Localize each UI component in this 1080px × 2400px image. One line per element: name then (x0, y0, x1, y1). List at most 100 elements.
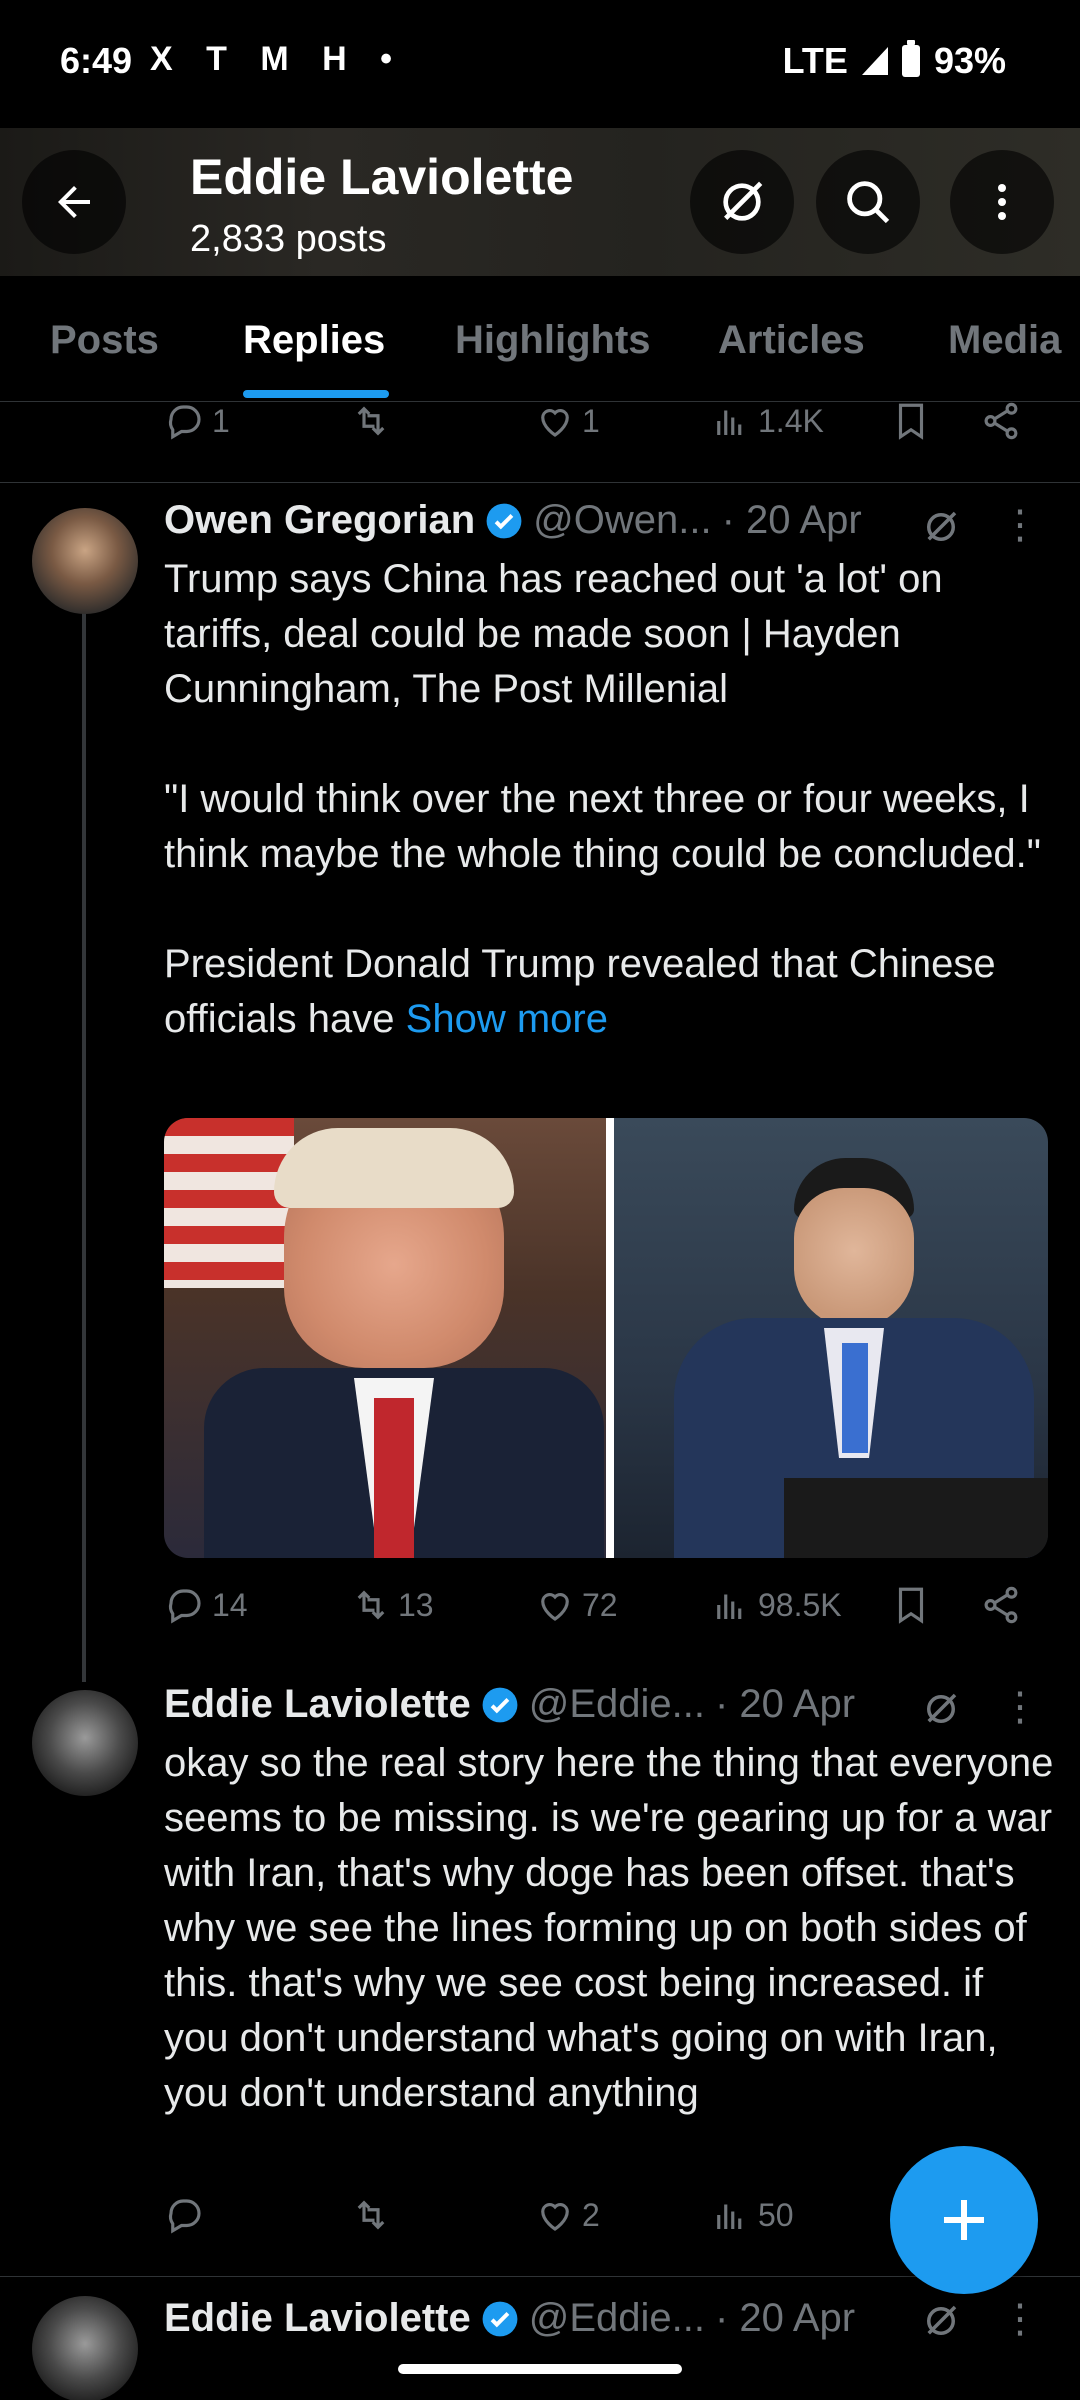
views-icon (717, 2204, 742, 2229)
media-image-left[interactable] (164, 1118, 606, 1558)
tab-media[interactable]: Media (948, 318, 1061, 363)
tweet-date: · 20 Apr (721, 498, 862, 542)
reply-button[interactable] (164, 2194, 206, 2236)
reply-icon (168, 1589, 201, 1624)
tab-highlights[interactable]: Highlights (455, 318, 651, 363)
network-label: LTE (782, 40, 848, 81)
grok-icon[interactable] (920, 506, 962, 548)
tweet-paragraph: "I would think over the next three or fo… (164, 777, 1041, 876)
tab-replies[interactable]: Replies (243, 318, 385, 363)
tab-posts[interactable]: Posts (50, 318, 159, 363)
header-title: Eddie Laviolette (190, 149, 574, 205)
tab-articles[interactable]: Articles (718, 318, 865, 363)
podium-shape (784, 1478, 1048, 1558)
views-icon (717, 1594, 742, 1619)
hair-shape (274, 1128, 514, 1208)
tweet-date: · 20 Apr (715, 2296, 856, 2340)
repost-button[interactable]: 13 (350, 1584, 434, 1626)
share-button[interactable] (980, 400, 1022, 442)
profile-header: Eddie Laviolette 2,833 posts (0, 128, 1080, 276)
header-post-count: 2,833 posts (190, 218, 387, 260)
tweet-text: okay so the real story here the thing th… (164, 1736, 1054, 2121)
tweet-header: Eddie Laviolette @Eddie... · 20 Apr (164, 1682, 855, 1727)
reply-button[interactable]: 14 (164, 1584, 248, 1626)
share-button[interactable] (980, 1584, 1022, 1626)
more-vertical-icon (998, 184, 1006, 220)
battery-icon (901, 40, 920, 77)
profile-tabs: Posts Replies Highlights Articles Media (0, 276, 1080, 402)
views-button[interactable]: 50 (710, 2194, 794, 2236)
verified-badge-icon (486, 503, 522, 538)
author-name[interactable]: Eddie Laviolette (164, 1682, 471, 1727)
tweet-more-icon[interactable]: ⋮ (1000, 2296, 1040, 2342)
tweet-text: Trump says China has reached out 'a lot'… (164, 552, 1054, 1047)
avatar[interactable] (32, 2296, 138, 2400)
search-button[interactable] (816, 150, 920, 254)
reply-button[interactable]: 1 (164, 400, 230, 442)
repost-icon (357, 2200, 385, 2230)
back-button[interactable] (22, 150, 126, 254)
author-handle[interactable]: @Eddie... (529, 1682, 705, 1727)
views-button[interactable]: 1.4K (710, 400, 824, 442)
repost-count: 13 (398, 1586, 434, 1623)
tweet-header: Eddie Laviolette @Eddie... · 20 Apr (164, 2296, 855, 2341)
status-time: 6:49 (60, 40, 133, 81)
like-button[interactable]: 1 (534, 400, 600, 442)
tweet-paragraph: okay so the real story here the thing th… (164, 1741, 1054, 2115)
tweet-actions: 14 13 72 98.5K (0, 1584, 1080, 1644)
face-shape (794, 1188, 914, 1328)
like-count: 2 (582, 2196, 600, 2233)
tweet-media[interactable] (164, 1118, 1048, 1558)
like-count: 1 (582, 402, 600, 439)
view-count: 98.5K (758, 1586, 842, 1623)
grok-icon (723, 181, 763, 221)
media-image-right[interactable] (614, 1118, 1048, 1558)
heart-icon (541, 409, 569, 437)
status-right: LTE 93% (783, 40, 1006, 82)
bookmark-button[interactable] (890, 400, 932, 442)
tweet-more-icon[interactable]: ⋮ (1000, 1684, 1040, 1730)
show-more-link[interactable]: Show more (406, 997, 608, 1041)
bookmark-button[interactable] (890, 1584, 932, 1626)
repost-button[interactable] (350, 400, 392, 442)
like-button[interactable]: 72 (534, 1584, 618, 1626)
gmail-icon: M (260, 40, 289, 78)
more-options-button[interactable] (950, 150, 1054, 254)
avatar[interactable] (32, 508, 138, 614)
grok-button[interactable] (690, 150, 794, 254)
like-button[interactable]: 2 (534, 2194, 600, 2236)
author-handle[interactable]: @Owen... (533, 498, 711, 543)
tie-shape (842, 1343, 868, 1453)
active-tab-indicator (243, 390, 389, 398)
grok-icon[interactable] (920, 1688, 962, 1730)
compose-button[interactable] (890, 2146, 1038, 2294)
dot-icon: • (380, 40, 393, 78)
notification-icons: X T M H • (150, 40, 416, 79)
divider (0, 482, 1080, 483)
author-handle[interactable]: @Eddie... (529, 2296, 705, 2341)
view-count: 1.4K (758, 402, 824, 439)
home-indicator[interactable] (398, 2364, 682, 2374)
reply-count: 14 (212, 1586, 248, 1623)
verified-badge-icon (482, 2301, 518, 2336)
author-name[interactable]: Eddie Laviolette (164, 2296, 471, 2341)
views-button[interactable]: 98.5K (710, 1584, 842, 1626)
arrow-left-icon (58, 186, 90, 218)
tweet-date: · 20 Apr (715, 1682, 856, 1726)
like-count: 72 (582, 1586, 618, 1623)
battery-percent: 93% (933, 40, 1006, 81)
repost-button[interactable] (350, 2194, 392, 2236)
tweet-more-icon[interactable]: ⋮ (1000, 502, 1040, 548)
repost-icon (357, 1590, 385, 1620)
x-app-icon: X (150, 40, 173, 78)
verified-badge-icon (482, 1687, 518, 1722)
reply-icon (168, 2199, 201, 2234)
search-icon (847, 181, 890, 224)
repost-icon (357, 406, 385, 436)
prev-tweet-actions: 1 1 1.4K (0, 400, 1080, 460)
view-count: 50 (758, 2196, 794, 2233)
grok-icon[interactable] (920, 2300, 962, 2342)
author-name[interactable]: Owen Gregorian (164, 498, 475, 543)
thread-line (82, 612, 86, 1682)
avatar[interactable] (32, 1690, 138, 1796)
